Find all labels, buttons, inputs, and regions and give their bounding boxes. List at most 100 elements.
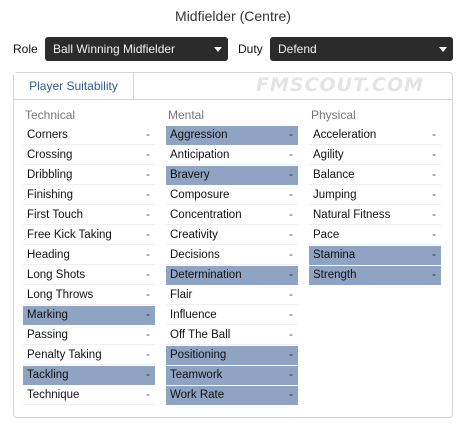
attribute-label: Marking xyxy=(27,309,68,321)
column-header-technical: Technical xyxy=(25,108,76,122)
attribute-value: - xyxy=(146,209,150,221)
attribute-label: Passing xyxy=(27,329,68,341)
attribute-value: - xyxy=(289,289,293,301)
attribute-row: Tackling - xyxy=(23,366,155,385)
attribute-label: Bravery xyxy=(170,169,210,181)
attribute-row: Influence - xyxy=(166,306,298,325)
attribute-label: Finishing xyxy=(27,189,74,201)
attribute-value: - xyxy=(146,289,150,301)
attribute-row: Positioning - xyxy=(166,346,298,365)
attribute-value: - xyxy=(289,229,293,241)
attribute-label: Acceleration xyxy=(313,129,377,141)
attribute-label: Pace xyxy=(313,229,340,241)
attribute-value: - xyxy=(432,269,436,281)
role-value: Ball Winning Midfielder xyxy=(53,42,176,56)
attribute-label: Off The Ball xyxy=(170,329,231,341)
attribute-label: Crossing xyxy=(27,149,73,161)
attribute-row: Natural Fitness - xyxy=(309,206,441,225)
attribute-value: - xyxy=(289,129,293,141)
attribute-value: - xyxy=(146,329,150,341)
attribute-row: Dribbling - xyxy=(23,166,155,185)
duty-value: Defend xyxy=(278,42,317,56)
attribute-value: - xyxy=(146,189,150,201)
attribute-label: Stamina xyxy=(313,249,356,261)
attribute-label: Strength xyxy=(313,269,357,281)
attribute-row: Determination - xyxy=(166,266,298,285)
column-header-physical: Physical xyxy=(311,108,356,122)
attribute-row: Finishing - xyxy=(23,186,155,205)
attribute-value: - xyxy=(432,229,436,241)
attribute-row: Decisions - xyxy=(166,246,298,265)
attribute-row: Off The Ball - xyxy=(166,326,298,345)
role-dropdown[interactable]: Ball Winning Midfielder xyxy=(45,37,228,61)
attribute-row: Creativity - xyxy=(166,226,298,245)
attribute-label: Tackling xyxy=(27,369,69,381)
attribute-row: Concentration - xyxy=(166,206,298,225)
attribute-value: - xyxy=(146,369,150,381)
attribute-value: - xyxy=(289,249,293,261)
attribute-row: Balance - xyxy=(309,166,441,185)
attribute-row: Jumping - xyxy=(309,186,441,205)
page-title: Midfielder (Centre) xyxy=(175,8,291,24)
attribute-row: First Touch - xyxy=(23,206,155,225)
attribute-row: Composure - xyxy=(166,186,298,205)
attribute-value: - xyxy=(146,249,150,261)
attribute-label: Long Shots xyxy=(27,269,86,281)
attribute-value: - xyxy=(432,189,436,201)
attribute-value: - xyxy=(432,209,436,221)
attribute-value: - xyxy=(146,129,150,141)
attribute-label: Agility xyxy=(313,149,344,161)
column-header-mental: Mental xyxy=(168,108,205,122)
attribute-label: Natural Fitness xyxy=(313,209,391,221)
attribute-row: Aggression - xyxy=(166,126,298,145)
attribute-value: - xyxy=(432,249,436,261)
attribute-value: - xyxy=(289,209,293,221)
attribute-label: Dribbling xyxy=(27,169,73,181)
attribute-label: Teamwork xyxy=(170,369,223,381)
attribute-label: Positioning xyxy=(170,349,227,361)
attribute-value: - xyxy=(432,169,436,181)
attribute-value: - xyxy=(289,389,293,401)
attribute-value: - xyxy=(289,269,293,281)
attribute-row: Crossing - xyxy=(23,146,155,165)
attribute-label: Free Kick Taking xyxy=(27,229,112,241)
attribute-row: Flair - xyxy=(166,286,298,305)
attribute-row: Passing - xyxy=(23,326,155,345)
attribute-label: Decisions xyxy=(170,249,220,261)
attribute-value: - xyxy=(432,149,436,161)
attribute-value: - xyxy=(289,309,293,321)
attribute-label: Technique xyxy=(27,389,80,401)
attribute-row: Long Throws - xyxy=(23,286,155,305)
attribute-value: - xyxy=(289,189,293,201)
attribute-value: - xyxy=(146,349,150,361)
attribute-label: Aggression xyxy=(170,129,228,141)
attribute-row: Bravery - xyxy=(166,166,298,185)
attribute-value: - xyxy=(432,129,436,141)
attribute-label: Penalty Taking xyxy=(27,349,102,361)
attribute-row: Technique - xyxy=(23,386,155,405)
attribute-row: Agility - xyxy=(309,146,441,165)
attribute-row: Stamina - xyxy=(309,246,441,265)
attribute-label: Jumping xyxy=(313,189,357,201)
attribute-row: Penalty Taking - xyxy=(23,346,155,365)
attribute-value: - xyxy=(146,229,150,241)
attribute-row: Long Shots - xyxy=(23,266,155,285)
duty-label: Duty xyxy=(238,42,263,56)
role-label: Role xyxy=(13,42,38,56)
attribute-row: Free Kick Taking - xyxy=(23,226,155,245)
chevron-down-icon xyxy=(214,47,222,52)
attribute-row: Marking - xyxy=(23,306,155,325)
attribute-value: - xyxy=(289,149,293,161)
attribute-label: Heading xyxy=(27,249,70,261)
attribute-label: Long Throws xyxy=(27,289,94,301)
tab-player-suitability[interactable]: Player Suitability xyxy=(14,73,134,100)
watermark-logo: FMSCOUT.COM xyxy=(256,74,425,96)
duty-dropdown[interactable]: Defend xyxy=(270,37,453,61)
attribute-label: Work Rate xyxy=(170,389,225,401)
attribute-label: Concentration xyxy=(170,209,242,221)
attribute-label: Anticipation xyxy=(170,149,230,161)
attribute-row: Strength - xyxy=(309,266,441,285)
attribute-row: Pace - xyxy=(309,226,441,245)
attribute-value: - xyxy=(146,389,150,401)
attribute-value: - xyxy=(289,329,293,341)
